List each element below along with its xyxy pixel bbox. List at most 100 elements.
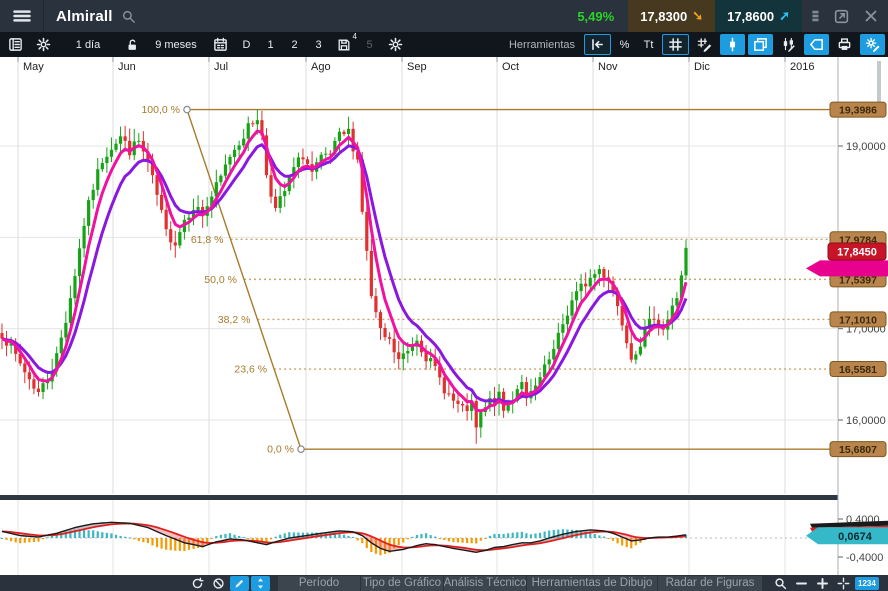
price-up-arrow-icon: ➚	[779, 8, 790, 24]
calendar-button[interactable]	[208, 34, 233, 55]
svg-text:Jul: Jul	[214, 61, 228, 73]
price-chart-canvas[interactable]: May Jun Jul Ago Sep Oct Nov Dic 2016 100,0 % 61,8 …	[0, 57, 888, 575]
save-layout-count: 4	[353, 32, 357, 41]
calendar-icon	[213, 37, 228, 52]
search-icon[interactable]	[121, 9, 136, 24]
values-display-button[interactable]: 1234	[855, 577, 879, 590]
svg-text:Oct: Oct	[502, 61, 519, 73]
compare-layers-button[interactable]	[748, 34, 773, 55]
chart-settings-button[interactable]	[383, 34, 408, 55]
undo-button[interactable]	[584, 34, 611, 55]
unlock-icon	[125, 38, 139, 52]
tag-icon	[809, 37, 824, 52]
svg-text:Nov: Nov	[598, 61, 618, 73]
crosshair-icon	[837, 577, 850, 590]
draw-button[interactable]	[230, 576, 249, 591]
svg-text:61,8 %: 61,8 %	[191, 234, 224, 246]
save-layout-button[interactable]: 4	[332, 34, 356, 55]
macd-value-badge: 0,0674	[806, 521, 888, 545]
zoom-button[interactable]	[771, 576, 790, 591]
svg-text:Jun: Jun	[118, 61, 136, 73]
zoom-out-button[interactable]	[792, 576, 811, 591]
close-button[interactable]	[858, 5, 884, 27]
popout-window-button[interactable]	[828, 5, 854, 27]
edit-series-button[interactable]	[776, 34, 801, 55]
candle-type-button[interactable]	[720, 34, 745, 55]
svg-text:19,0000: 19,0000	[846, 141, 886, 153]
layout-button-1[interactable]: 1	[260, 34, 281, 55]
ma-value-arrow	[806, 260, 888, 276]
save-icon	[337, 38, 351, 52]
layout-button-3[interactable]: 3	[308, 34, 329, 55]
svg-text:38,2 %: 38,2 %	[218, 314, 251, 326]
price-down-arrow-icon: ➘	[692, 8, 703, 24]
watchlist-button[interactable]	[3, 34, 28, 55]
menu-analisis-tecnico[interactable]: Análisis Técnico	[444, 576, 526, 591]
interval-settings-button[interactable]	[31, 34, 56, 55]
candles-pencil-icon	[781, 37, 796, 52]
grid-icon	[668, 37, 683, 52]
grid-pencil-icon	[697, 37, 712, 52]
svg-text:0,0674: 0,0674	[838, 531, 873, 543]
menu-tipo-de-grafico[interactable]: Tipo de Gráfico	[361, 576, 443, 591]
title-bar: Almirall 5,49% 17,8300 ➘ 17,8600 ➚	[0, 0, 888, 32]
zoom-in-button[interactable]	[813, 576, 832, 591]
list-icon	[8, 37, 23, 52]
gear-pencil-icon	[865, 37, 880, 52]
percent-scale-button[interactable]: %	[614, 34, 635, 55]
grid-edit-button[interactable]	[692, 34, 717, 55]
lock-button[interactable]	[120, 34, 144, 55]
disable-drawings-button[interactable]	[209, 576, 228, 591]
tool-settings-button[interactable]	[860, 34, 885, 55]
svg-text:Ago: Ago	[311, 61, 331, 73]
ask-price-box[interactable]: 17,8600 ➚	[715, 0, 802, 32]
menu-radar-de-figuras[interactable]: Radar de Figuras	[658, 576, 762, 591]
ask-price: 17,8600	[727, 9, 774, 24]
menu-herramientas-de-dibujo[interactable]: Herramientas de Dibujo	[527, 576, 657, 591]
svg-text:100,0 %: 100,0 %	[141, 104, 180, 116]
label-tool-button[interactable]	[804, 34, 829, 55]
menu-periodo[interactable]: Período	[278, 576, 360, 591]
scale-button[interactable]	[251, 576, 270, 591]
last-price-badge: 17,8450	[828, 243, 886, 260]
refresh-icon	[191, 577, 204, 590]
svg-text:0,0 %: 0,0 %	[267, 444, 294, 456]
layout-button-2[interactable]: 2	[284, 34, 305, 55]
bid-price-box[interactable]: 17,8300 ➘	[628, 0, 715, 32]
minus-icon	[795, 577, 808, 590]
interval-select[interactable]: 1 día	[59, 34, 117, 55]
svg-text:May: May	[23, 61, 44, 73]
svg-text:16,0000: 16,0000	[846, 415, 886, 427]
print-button[interactable]	[832, 34, 857, 55]
layers-icon	[753, 37, 768, 52]
magnifier-icon	[774, 577, 787, 590]
svg-text:17,8450: 17,8450	[837, 246, 877, 258]
svg-text:Dic: Dic	[694, 61, 710, 73]
svg-text:Sep: Sep	[407, 61, 427, 73]
svg-text:19,3986: 19,3986	[839, 105, 877, 117]
menu-button[interactable]	[0, 0, 44, 32]
scrollbar-thumb[interactable]	[877, 61, 881, 103]
svg-text:16,5581: 16,5581	[839, 364, 877, 376]
text-tool-button[interactable]: Tt	[638, 34, 659, 55]
crosshair-button[interactable]	[834, 576, 853, 591]
popout-icon	[833, 8, 850, 25]
trading-app-window: Almirall 5,49% 17,8300 ➘ 17,8600 ➚ 1 día…	[0, 0, 888, 591]
tools-label: Herramientas	[509, 39, 575, 51]
refresh-button[interactable]	[188, 576, 207, 591]
chart-area: May Jun Jul Ago Sep Oct Nov Dic 2016 100,0 % 61,8 …	[0, 57, 888, 575]
range-select[interactable]: 9 meses	[147, 34, 205, 55]
hamburger-icon	[12, 6, 32, 26]
layout-button-5[interactable]: 5	[359, 34, 380, 55]
layout-button-d[interactable]: D	[236, 34, 257, 55]
close-icon	[863, 8, 879, 24]
bottom-toolbar: Período Tipo de Gráfico Análisis Técnico…	[0, 575, 888, 591]
plus-icon	[816, 577, 829, 590]
svg-text:2016: 2016	[790, 61, 814, 73]
stack-icon[interactable]	[808, 9, 822, 23]
grid-button[interactable]	[662, 34, 689, 55]
printer-icon	[837, 37, 852, 52]
symbol-title: Almirall	[56, 8, 113, 25]
svg-text:17,1010: 17,1010	[839, 314, 877, 326]
gear-icon	[388, 37, 403, 52]
